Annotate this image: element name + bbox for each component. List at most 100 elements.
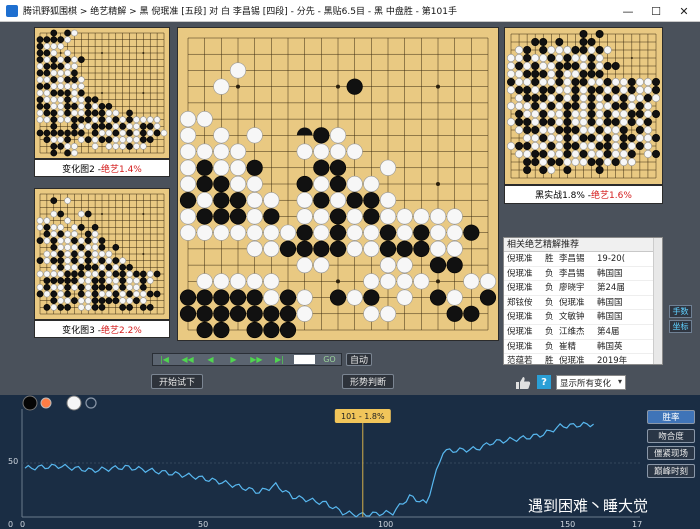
actual-game-label[interactable]: 黑实战1.8% - 绝艺1.6% xyxy=(504,185,663,204)
black-stone xyxy=(603,94,612,102)
variation-board-2[interactable] xyxy=(34,27,170,159)
black-stone xyxy=(547,102,556,110)
peak-moment-tab[interactable]: 巅峰时刻 xyxy=(647,464,695,478)
recommendation-row[interactable]: 倪珉准 胜李昌锡 19-20( xyxy=(504,252,662,267)
close-button[interactable]: ✕ xyxy=(670,0,698,22)
variation-board-3[interactable] xyxy=(34,188,170,320)
actual-game-board[interactable] xyxy=(504,27,663,185)
winrate-tab[interactable]: 胜率 xyxy=(647,410,695,424)
black-stone xyxy=(77,270,85,278)
white-stone xyxy=(71,89,78,97)
black-stone xyxy=(91,129,99,137)
main-go-board[interactable] xyxy=(177,27,499,341)
thumbs-up-icon[interactable] xyxy=(515,376,531,390)
white-stone xyxy=(153,116,161,124)
tense-moment-tab[interactable]: 僵紧现场 xyxy=(647,446,695,460)
white-stone xyxy=(635,94,644,102)
recommendation-row[interactable]: 倪珉准 负李昌锡 韩国国 xyxy=(504,267,662,282)
white-stone xyxy=(563,70,572,78)
white-stone xyxy=(346,289,363,306)
black-stone xyxy=(579,38,588,46)
first-move-button[interactable]: |◀ xyxy=(153,354,176,365)
last-move-marker xyxy=(296,127,313,136)
black-stone xyxy=(84,102,92,110)
white-stone xyxy=(396,257,413,274)
recommendation-player: 倪珉准 xyxy=(507,268,533,279)
black-stone xyxy=(329,289,347,306)
black-stone xyxy=(43,36,51,44)
maximize-button[interactable]: ☐ xyxy=(642,0,670,22)
variation-label-2[interactable]: 变化图2 - 绝艺1.4% xyxy=(34,159,170,177)
back-button[interactable]: ◀ xyxy=(199,354,222,365)
black-stone xyxy=(531,78,540,86)
white-stone xyxy=(611,126,620,134)
black-stone xyxy=(523,46,532,54)
white-stone xyxy=(515,126,524,134)
black-stone xyxy=(112,257,120,265)
recommendation-row[interactable]: 倪珉准 负江维杰 第4届 xyxy=(504,325,662,340)
recommendation-row[interactable]: 倪珉准 负崔精 韩国英 xyxy=(504,340,662,355)
recommendation-row[interactable]: 倪珉准 负廖晓宇 第24届 xyxy=(504,281,662,296)
current-move-marker-label: 101 - 1.8% xyxy=(341,412,385,421)
judge-button[interactable]: 形势判断 xyxy=(342,374,394,389)
white-stone xyxy=(571,158,580,166)
recommendation-row[interactable]: 郑铉侒 负倪珉准 韩国国 xyxy=(504,296,662,311)
recommendation-row[interactable]: 范蕴若 胜倪珉准 2019年 xyxy=(504,354,662,364)
black-stone xyxy=(84,116,92,124)
main-board-grid[interactable] xyxy=(178,28,498,340)
variation-display-select[interactable]: 显示所有变化 ▾ xyxy=(556,375,626,390)
black-stone xyxy=(84,263,92,271)
star-point xyxy=(436,84,440,89)
black-stone xyxy=(91,109,99,117)
last-move-button[interactable]: ▶| xyxy=(268,354,291,365)
white-stone xyxy=(112,277,120,285)
forward-fast-button[interactable]: ▶▶ xyxy=(245,354,268,365)
recommendation-player: 倪珉准 xyxy=(507,312,533,323)
white-stone xyxy=(36,223,44,231)
minimize-button[interactable]: — xyxy=(614,0,642,22)
black-stone xyxy=(43,62,51,70)
black-stone xyxy=(587,134,596,142)
forward-button[interactable]: ▶ xyxy=(222,354,245,365)
recommendation-row[interactable]: 倪珉准 负文敏钟 韩国国 xyxy=(504,310,662,325)
star-point xyxy=(142,213,145,215)
white-stone xyxy=(379,273,397,290)
black-stone xyxy=(64,96,71,104)
black-stone xyxy=(523,94,532,102)
white-stone xyxy=(263,289,280,306)
white-stone xyxy=(563,94,572,102)
variation-label-3[interactable]: 变化图3 - 绝艺2.2% xyxy=(34,320,170,338)
black-stone xyxy=(98,116,106,124)
white-stone xyxy=(57,237,65,245)
match-rate-tab[interactable]: 吻合度 xyxy=(647,429,695,443)
go-button[interactable]: GO xyxy=(318,354,341,365)
white-stone xyxy=(50,250,58,258)
white-stone xyxy=(71,263,78,271)
black-stone xyxy=(587,54,596,62)
white-stone xyxy=(84,270,92,278)
recommendation-scrollbar[interactable] xyxy=(653,238,662,364)
black-stone xyxy=(213,289,230,306)
black-stone xyxy=(229,192,247,209)
black-stone xyxy=(531,70,540,78)
black-stone xyxy=(595,70,604,78)
white-stone xyxy=(379,257,397,274)
white-stone xyxy=(627,142,636,150)
back-fast-button[interactable]: ◀◀ xyxy=(176,354,199,365)
help-icon[interactable]: ? xyxy=(537,375,551,389)
white-stone xyxy=(603,86,612,94)
auto-play-button[interactable]: 自动 xyxy=(346,353,372,366)
black-stone xyxy=(587,62,596,70)
black-stone xyxy=(139,136,147,144)
recommendation-result: 负 xyxy=(545,297,554,308)
black-stone xyxy=(531,126,540,134)
try-play-button[interactable]: 开始试下 xyxy=(151,374,203,389)
recommendation-list[interactable]: 相关绝艺精解推荐 倪珉准胜李昌锡 19-20(倪珉准负李昌锡 韩国国 倪珉准负廖晓宇第… xyxy=(503,237,663,365)
black-stone xyxy=(579,150,588,158)
white-stone xyxy=(296,289,313,306)
black-stone xyxy=(329,224,347,241)
move-number-toggle[interactable]: 手数 xyxy=(669,305,692,318)
coordinates-toggle[interactable]: 坐标 xyxy=(669,320,692,333)
black-stone xyxy=(77,116,85,124)
move-number-input[interactable] xyxy=(293,355,315,364)
